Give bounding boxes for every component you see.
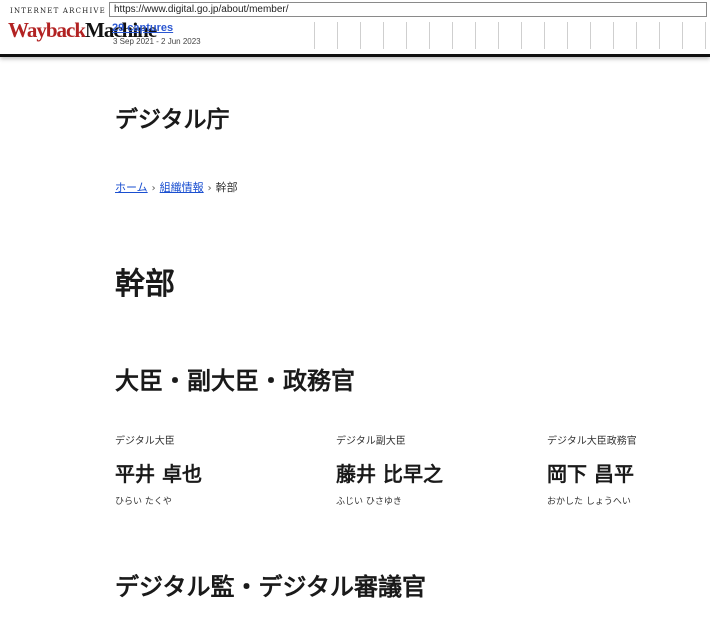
member-name: 岡下 昌平	[547, 462, 634, 486]
wayback-word: Wayback	[8, 18, 86, 42]
section-title-ministers: 大臣・副大臣・政務官	[115, 367, 355, 395]
member-card: デジタル副大臣 藤井 比早之 ふじい ひさゆき	[336, 432, 443, 507]
wayback-url-input[interactable]: https://www.digital.go.jp/about/member/	[109, 2, 707, 17]
member-name: 平井 卓也	[115, 462, 202, 486]
breadcrumb-organization-link[interactable]: 組織情報	[160, 181, 204, 194]
member-role: デジタル大臣政務官	[547, 436, 637, 447]
member-role: デジタル大臣	[115, 436, 175, 447]
member-card: デジタル大臣 平井 卓也 ひらい たくや	[115, 432, 202, 507]
breadcrumb-separator: ›	[151, 183, 156, 194]
breadcrumb: ホーム › 組織情報 › 幹部	[115, 179, 238, 195]
page-title: 幹部	[115, 267, 175, 302]
capture-date-range: 3 Sep 2021 - 2 Jun 2023	[113, 37, 201, 46]
wayback-toolbar: INTERNET ARCHIVE WaybackMachine https://…	[0, 0, 710, 57]
member-reading: ひらい たくや	[115, 497, 172, 507]
member-card: デジタル大臣政務官 岡下 昌平 おかした しょうへい	[547, 432, 637, 507]
internet-archive-label: INTERNET ARCHIVE	[10, 7, 106, 15]
breadcrumb-separator: ›	[207, 183, 212, 194]
member-role: デジタル副大臣	[336, 436, 406, 447]
member-reading: おかした しょうへい	[547, 497, 631, 507]
breadcrumb-current: 幹部	[215, 181, 238, 194]
section-title-digital-supervisors: デジタル監・デジタル審議官	[115, 573, 427, 601]
breadcrumb-home-link[interactable]: ホーム	[115, 181, 148, 194]
member-name: 藤井 比早之	[336, 462, 443, 486]
captures-link[interactable]: 29 captures	[112, 22, 173, 34]
member-reading: ふじい ひさゆき	[336, 497, 402, 507]
site-title[interactable]: デジタル庁	[115, 100, 230, 134]
capture-sparkline[interactable]	[292, 22, 710, 49]
wayback-logo[interactable]: INTERNET ARCHIVE WaybackMachine	[6, 3, 157, 49]
